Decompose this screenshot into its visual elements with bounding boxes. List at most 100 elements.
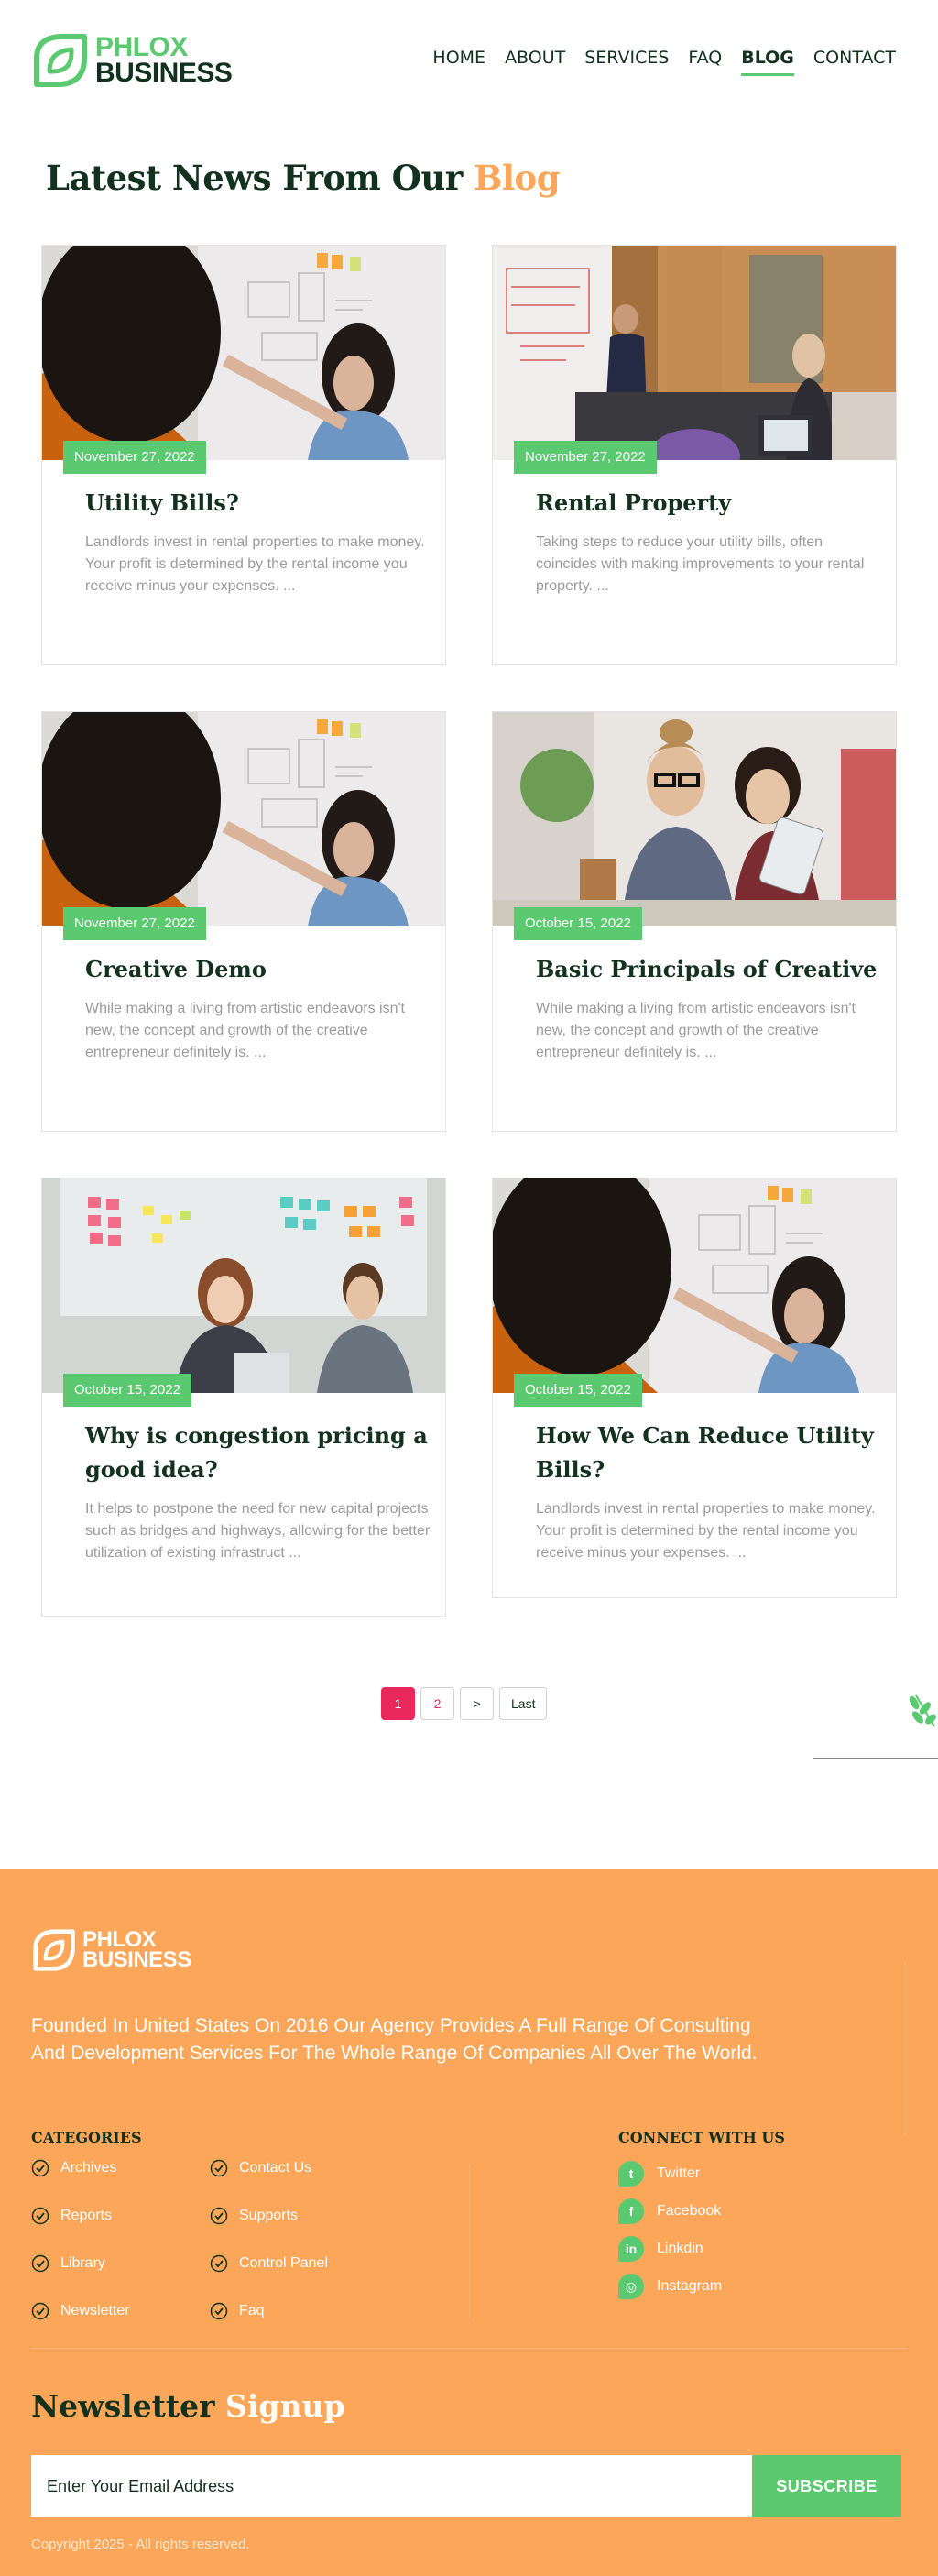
footer-divider (31, 2348, 907, 2349)
post-date: November 27, 2022 (63, 441, 206, 474)
nav-about[interactable]: ABOUT (505, 48, 565, 76)
post-excerpt: While making a living from artistic ende… (536, 1001, 856, 1060)
page-title-accent: Blog (474, 158, 561, 198)
social-instagram[interactable]: ◎ Instagram (618, 2274, 722, 2299)
connect-heading: CONNECT WITH US (618, 2129, 785, 2146)
page-2-button[interactable]: 2 (420, 1687, 454, 1720)
post-date: November 27, 2022 (63, 907, 206, 940)
check-circle-icon (31, 2254, 49, 2273)
post-thumbnail[interactable] (493, 246, 896, 460)
newsletter-title-main: Newsletter (31, 2388, 226, 2424)
category-archives[interactable]: Archives (31, 2159, 116, 2177)
main-nav: HOME ABOUT SERVICES FAQ BLOG CONTACT (432, 48, 896, 76)
check-circle-icon (31, 2207, 49, 2225)
nav-home[interactable]: HOME (432, 48, 485, 76)
footer-logo[interactable]: PHLOX BUSINESS (31, 1927, 191, 1973)
category-label: Control Panel (239, 2255, 328, 2271)
blog-card[interactable]: October 15, 2022 Why is congestion prici… (41, 1178, 446, 1617)
social-twitter[interactable]: t Twitter (618, 2161, 700, 2187)
check-circle-icon (210, 2302, 228, 2320)
page-title-main: Latest News From Our (46, 158, 474, 198)
category-label: Archives (60, 2160, 117, 2176)
social-label: Instagram (657, 2278, 723, 2294)
page-title: Latest News From Our Blog (46, 158, 561, 198)
social-label: Linkdin (657, 2241, 704, 2256)
category-newsletter[interactable]: Newsletter (31, 2302, 130, 2320)
footer-about-text: Founded In United States On 2016 Our Age… (31, 2015, 758, 2064)
post-thumbnail[interactable] (42, 712, 445, 926)
post-excerpt: Taking steps to reduce your utility bill… (536, 534, 865, 594)
check-circle-icon (31, 2302, 49, 2320)
page-1-button[interactable]: 1 (381, 1687, 415, 1720)
nav-blog[interactable]: BLOG (741, 48, 794, 76)
footer-divider (469, 2165, 470, 2318)
category-reports[interactable]: Reports (31, 2207, 112, 2225)
blog-card[interactable]: November 27, 2022 Creative Demo While ma… (41, 711, 446, 1132)
post-title[interactable]: Basic Principals of Creative (536, 952, 884, 986)
category-label: Newsletter (60, 2303, 130, 2318)
site-logo[interactable]: PHLOX BUSINESS (31, 31, 233, 90)
post-excerpt: Landlords invest in rental properties to… (85, 534, 425, 594)
brand-line-1: PHLOX (95, 32, 188, 62)
category-control-panel[interactable]: Control Panel (210, 2254, 328, 2273)
newsletter-email-input[interactable] (31, 2455, 752, 2517)
post-title[interactable]: Utility Bills? (85, 486, 433, 520)
post-excerpt: It helps to postpone the need for new ca… (85, 1501, 431, 1561)
blog-card[interactable]: October 15, 2022 Basic Principals of Cre… (492, 711, 897, 1132)
brand-line-2: BUSINESS (95, 58, 233, 88)
social-linkedin[interactable]: in Linkdin (618, 2236, 704, 2262)
post-thumbnail[interactable] (493, 1178, 896, 1393)
check-circle-icon (210, 2159, 228, 2177)
category-faq[interactable]: Faq (210, 2302, 265, 2320)
post-date: November 27, 2022 (514, 441, 657, 474)
category-label: Faq (239, 2303, 265, 2318)
post-thumbnail[interactable] (42, 246, 445, 460)
post-date: October 15, 2022 (63, 1374, 191, 1407)
nav-contact[interactable]: CONTACT (813, 48, 896, 76)
copyright-text: Copyright 2025 - All rights reserved. (31, 2537, 250, 2552)
post-excerpt: Landlords invest in rental properties to… (536, 1501, 876, 1561)
blog-card[interactable]: October 15, 2022 How We Can Reduce Utili… (492, 1178, 897, 1598)
post-date: October 15, 2022 (514, 1374, 642, 1407)
post-date: October 15, 2022 (514, 907, 642, 940)
newsletter-title: Newsletter Signup (31, 2388, 345, 2424)
twitter-icon: t (618, 2161, 644, 2187)
social-label: Facebook (657, 2203, 722, 2219)
check-circle-icon (210, 2254, 228, 2273)
category-label: Reports (60, 2208, 113, 2223)
category-library[interactable]: Library (31, 2254, 105, 2273)
categories-heading: CATEGORIES (31, 2129, 142, 2146)
instagram-icon: ◎ (618, 2274, 644, 2299)
category-label: Library (60, 2255, 105, 2271)
social-facebook[interactable]: f Facebook (618, 2198, 721, 2224)
linkedin-icon: in (618, 2236, 644, 2262)
post-thumbnail[interactable] (42, 1178, 445, 1393)
category-label: Supports (239, 2208, 299, 2223)
site-header: PHLOX BUSINESS HOME ABOUT SERVICES FAQ B… (0, 0, 938, 125)
newsletter-title-accent: Signup (225, 2388, 345, 2424)
footer-brand-line-2: BUSINESS (82, 1947, 191, 1972)
nav-faq[interactable]: FAQ (688, 48, 722, 76)
nav-services[interactable]: SERVICES (584, 48, 669, 76)
last-page-button[interactable]: Last (499, 1687, 548, 1720)
post-excerpt: While making a living from artistic ende… (85, 1001, 405, 1060)
footer-divider (905, 1961, 906, 2135)
next-page-button[interactable]: > (460, 1687, 494, 1720)
category-label: Contact Us (239, 2160, 312, 2176)
leaf-logo-icon (33, 1929, 75, 1971)
post-thumbnail[interactable] (493, 712, 896, 926)
subscribe-button[interactable]: SUBSCRIBE (752, 2455, 901, 2517)
leaf-sprig-icon (909, 1694, 936, 1727)
post-title[interactable]: Rental Property (536, 486, 884, 520)
category-contact-us[interactable]: Contact Us (210, 2159, 311, 2177)
blog-card[interactable]: November 27, 2022 Rental Property Taking… (492, 245, 897, 665)
check-circle-icon (31, 2159, 49, 2177)
post-title[interactable]: Why is congestion pricing a good idea? (85, 1419, 433, 1486)
blog-card[interactable]: November 27, 2022 Utility Bills? Landlor… (41, 245, 446, 665)
pagination: 1 2 > Last (381, 1687, 548, 1720)
post-title[interactable]: How We Can Reduce Utility Bills? (536, 1419, 884, 1486)
category-supports[interactable]: Supports (210, 2207, 298, 2225)
post-title[interactable]: Creative Demo (85, 952, 433, 986)
social-label: Twitter (657, 2165, 701, 2181)
facebook-icon: f (618, 2198, 644, 2224)
